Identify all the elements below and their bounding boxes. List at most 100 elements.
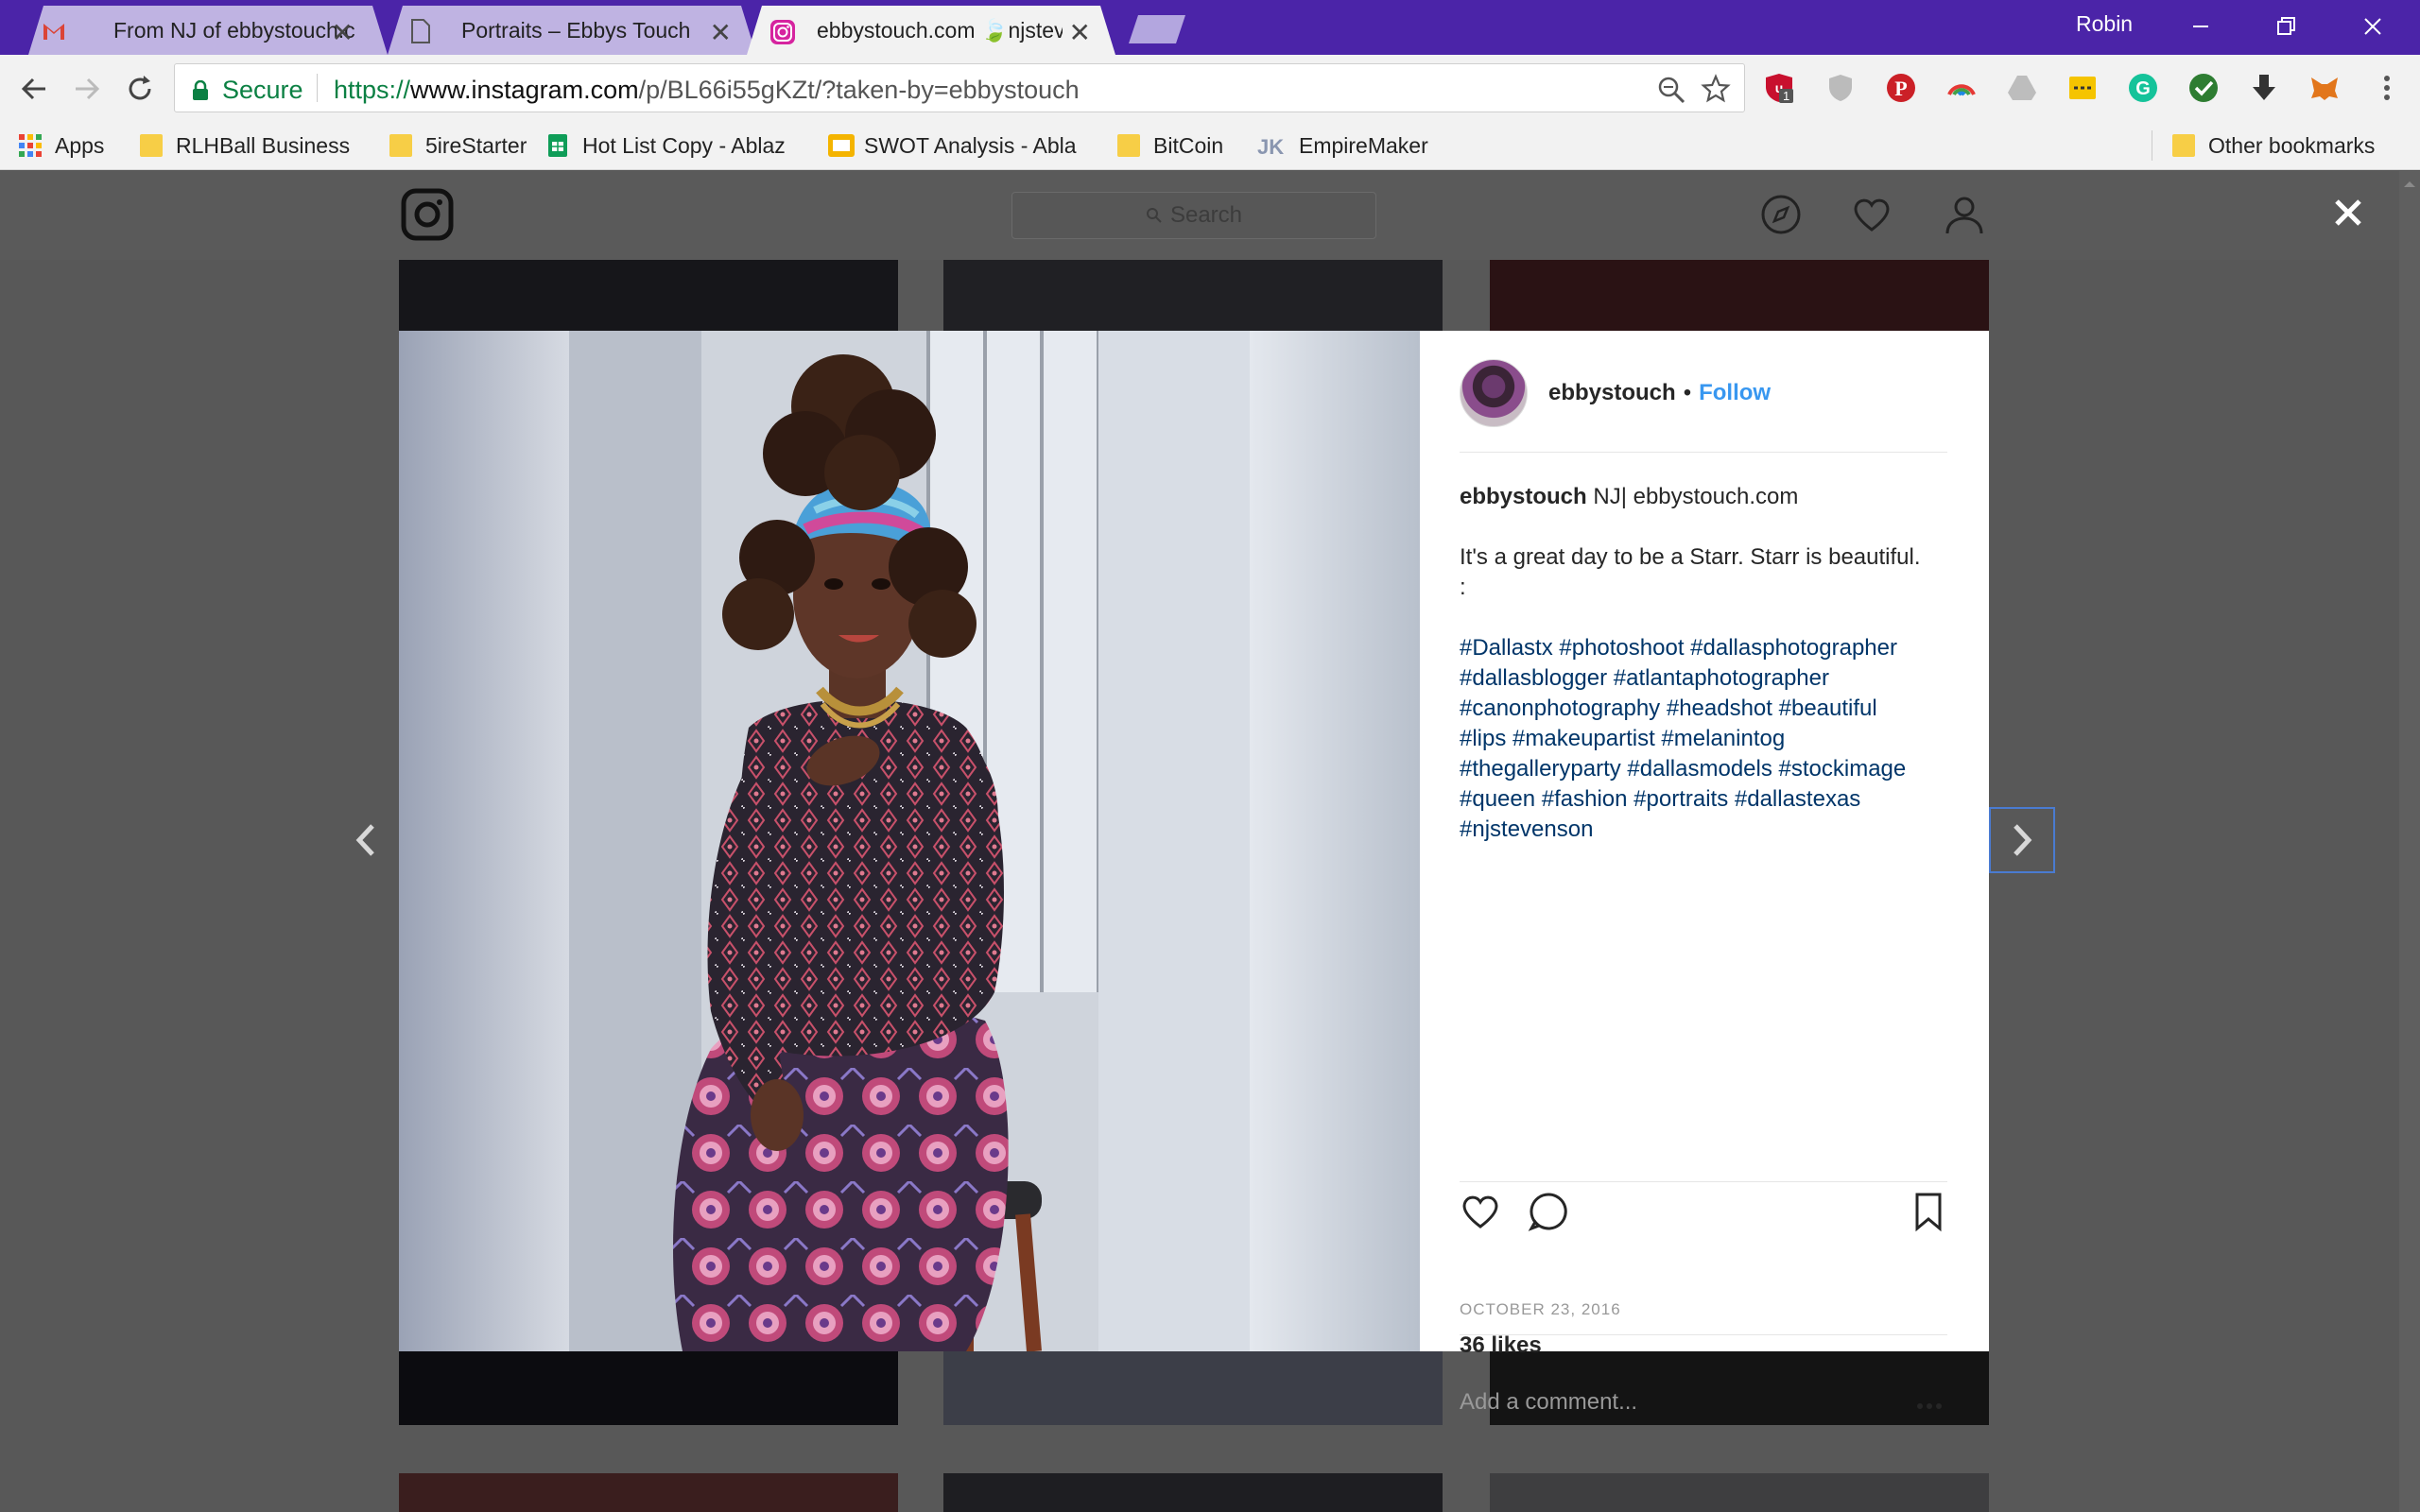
post-caption: ebbystouch NJ| ebbystouch.com It's a gre… bbox=[1460, 482, 1961, 845]
hashtag-line[interactable]: #queen #fashion #portraits #dallastexas bbox=[1460, 784, 1961, 815]
page-scrollbar[interactable] bbox=[2399, 171, 2420, 1512]
caption-text: It's a great day to be a Starr. Starr is… bbox=[1460, 544, 1921, 570]
folder-icon bbox=[140, 134, 163, 157]
bookmark-star-icon[interactable] bbox=[1701, 74, 1731, 104]
sheets-icon bbox=[546, 134, 569, 157]
heart-icon[interactable] bbox=[1851, 194, 1893, 235]
restore-icon[interactable] bbox=[2267, 9, 2305, 43]
explore-compass-icon[interactable] bbox=[1760, 194, 1802, 235]
new-tab-button[interactable] bbox=[1129, 15, 1185, 43]
drive-icon[interactable] bbox=[2006, 72, 2038, 104]
tab-gmail[interactable]: From NJ of ebbystouch.c ✕ bbox=[28, 6, 388, 55]
bookmark-hot-list[interactable]: Hot List Copy - Ablaz bbox=[546, 129, 805, 163]
save-bookmark-icon[interactable] bbox=[1910, 1191, 1951, 1232]
instagram-header: Search bbox=[0, 171, 2420, 260]
jk-icon: JK bbox=[1257, 134, 1286, 157]
svg-text:JK: JK bbox=[1257, 135, 1284, 157]
search-input[interactable]: Search bbox=[1011, 192, 1376, 239]
caption-text: : bbox=[1460, 575, 1466, 600]
hashtag-line[interactable]: #njstevenson bbox=[1460, 815, 1961, 845]
url-text[interactable]: https://www.instagram.com/p/BL66i55gKZt/… bbox=[334, 76, 1080, 105]
profile-icon[interactable] bbox=[1944, 194, 1985, 235]
profile-name[interactable]: Robin bbox=[2076, 11, 2133, 37]
divider bbox=[1460, 1334, 1947, 1335]
folder-icon bbox=[1117, 134, 1140, 157]
more-options-icon[interactable] bbox=[1915, 1397, 1944, 1416]
bookmark-rlhball[interactable]: RLHBall Business bbox=[140, 129, 350, 163]
previous-arrow-icon[interactable] bbox=[333, 807, 399, 873]
bookmark-bitcoin[interactable]: BitCoin bbox=[1117, 129, 1223, 163]
shield-icon[interactable] bbox=[1824, 72, 1857, 104]
instagram-logo-icon[interactable] bbox=[401, 188, 454, 241]
folder-icon bbox=[389, 134, 412, 157]
bookmark-swot[interactable]: SWOT Analysis - Abla bbox=[828, 129, 1093, 163]
hashtag-line[interactable]: #thegalleryparty #dallasmodels #stockima… bbox=[1460, 754, 1961, 784]
hashtag-line[interactable]: #Dallastx #photoshoot #dallasphotographe… bbox=[1460, 633, 1961, 663]
reload-icon[interactable] bbox=[121, 70, 159, 108]
url-path: /p/BL66i55gKZt/?taken-by=ebbystouch bbox=[638, 76, 1080, 104]
download-icon[interactable] bbox=[2248, 72, 2280, 104]
notes-extension-icon[interactable] bbox=[2066, 72, 2099, 104]
comment-bubble-icon[interactable] bbox=[1528, 1191, 1569, 1232]
bookmark-5irestarter[interactable]: 5ireStarter bbox=[389, 129, 527, 163]
instagram-icon bbox=[769, 19, 795, 44]
pinterest-icon[interactable]: P bbox=[1885, 72, 1917, 104]
caption-text: NJ| ebbystouch.com bbox=[1586, 484, 1799, 509]
bookmark-label: RLHBall Business bbox=[176, 132, 351, 158]
add-comment-input[interactable]: Add a comment... bbox=[1460, 1389, 1637, 1416]
grid-thumbnail bbox=[943, 1473, 1443, 1512]
tab-title: Portraits – Ebbys Touch bbox=[461, 17, 691, 43]
tab-instagram[interactable]: ebbystouch.com 🍃njstev ✕ bbox=[747, 6, 1115, 55]
post-username[interactable]: ebbystouch bbox=[1548, 380, 1676, 406]
close-tab-icon[interactable]: ✕ bbox=[332, 17, 354, 48]
bookmark-label: BitCoin bbox=[1153, 132, 1224, 158]
avatar[interactable] bbox=[1460, 359, 1528, 427]
hashtag-line[interactable]: #canonphotography #headshot #beautiful bbox=[1460, 694, 1961, 724]
tab-title: ebbystouch.com 🍃njstev bbox=[817, 17, 1063, 43]
zoom-icon[interactable] bbox=[1657, 76, 1685, 104]
address-bar[interactable]: Secure https://www.instagram.com/p/BL66i… bbox=[174, 63, 1745, 112]
close-modal-icon[interactable] bbox=[2327, 192, 2369, 233]
secure-indicator[interactable]: Secure bbox=[192, 76, 303, 105]
bookmark-apps[interactable]: Apps bbox=[19, 129, 104, 163]
bookmark-empiremaker[interactable]: JK EmpireMaker bbox=[1257, 129, 1428, 163]
post-photo[interactable] bbox=[399, 331, 1420, 1351]
close-window-icon[interactable] bbox=[2354, 9, 2392, 43]
post-details-panel: ebbystouch • Follow ebbystouch NJ| ebbys… bbox=[1420, 331, 1989, 1415]
forward-icon[interactable] bbox=[68, 70, 106, 108]
gmail-icon bbox=[42, 19, 66, 43]
minimize-icon[interactable] bbox=[2182, 9, 2220, 43]
ublock-extension-icon[interactable]: u 1 bbox=[1764, 72, 1796, 104]
separator-dot: • bbox=[1683, 380, 1692, 405]
bookmarks-bar: Apps RLHBall Business 5ireStarter Hot Li… bbox=[0, 121, 2420, 170]
svg-text:G: G bbox=[2135, 78, 2151, 99]
next-arrow-icon[interactable] bbox=[1989, 807, 2055, 873]
menu-kebab-icon[interactable] bbox=[2371, 72, 2403, 104]
close-tab-icon[interactable]: ✕ bbox=[710, 17, 732, 48]
grid-thumbnail bbox=[399, 260, 898, 331]
svg-text:P: P bbox=[1894, 77, 1907, 100]
scroll-up-icon[interactable] bbox=[2399, 175, 2420, 194]
hashtag-line[interactable]: #lips #makeupartist #melanintog bbox=[1460, 724, 1961, 754]
follow-button[interactable]: Follow bbox=[1699, 380, 1771, 406]
like-heart-icon[interactable] bbox=[1460, 1191, 1501, 1232]
secure-label: Secure bbox=[222, 76, 303, 104]
close-tab-icon[interactable]: ✕ bbox=[1069, 17, 1091, 48]
hashtag-line[interactable]: #dallasblogger #atlantaphotographer bbox=[1460, 663, 1961, 694]
bookmark-label: 5ireStarter bbox=[425, 132, 527, 158]
caption-username[interactable]: ebbystouch bbox=[1460, 484, 1587, 509]
post-date: OCTOBER 23, 2016 bbox=[1460, 1300, 1621, 1318]
grid-thumbnail bbox=[943, 1351, 1443, 1425]
bookmark-other[interactable]: Other bookmarks bbox=[2172, 129, 2375, 163]
bookmark-label: Apps bbox=[55, 132, 105, 158]
back-icon[interactable] bbox=[15, 70, 53, 108]
browser-titlebar: From NJ of ebbystouch.c ✕ Portraits – Eb… bbox=[0, 0, 2420, 55]
rainbow-extension-icon[interactable] bbox=[1945, 72, 1978, 104]
url-scheme: https:// bbox=[334, 76, 411, 104]
likes-count[interactable]: 36 likes bbox=[1460, 1332, 1542, 1359]
metamask-fox-icon[interactable] bbox=[2308, 72, 2341, 104]
portrait-image bbox=[399, 331, 1420, 1351]
grammarly-icon[interactable]: G bbox=[2127, 72, 2159, 104]
checkmark-extension-icon[interactable] bbox=[2187, 72, 2220, 104]
tab-portraits[interactable]: Portraits – Ebbys Touch ✕ bbox=[388, 6, 756, 55]
